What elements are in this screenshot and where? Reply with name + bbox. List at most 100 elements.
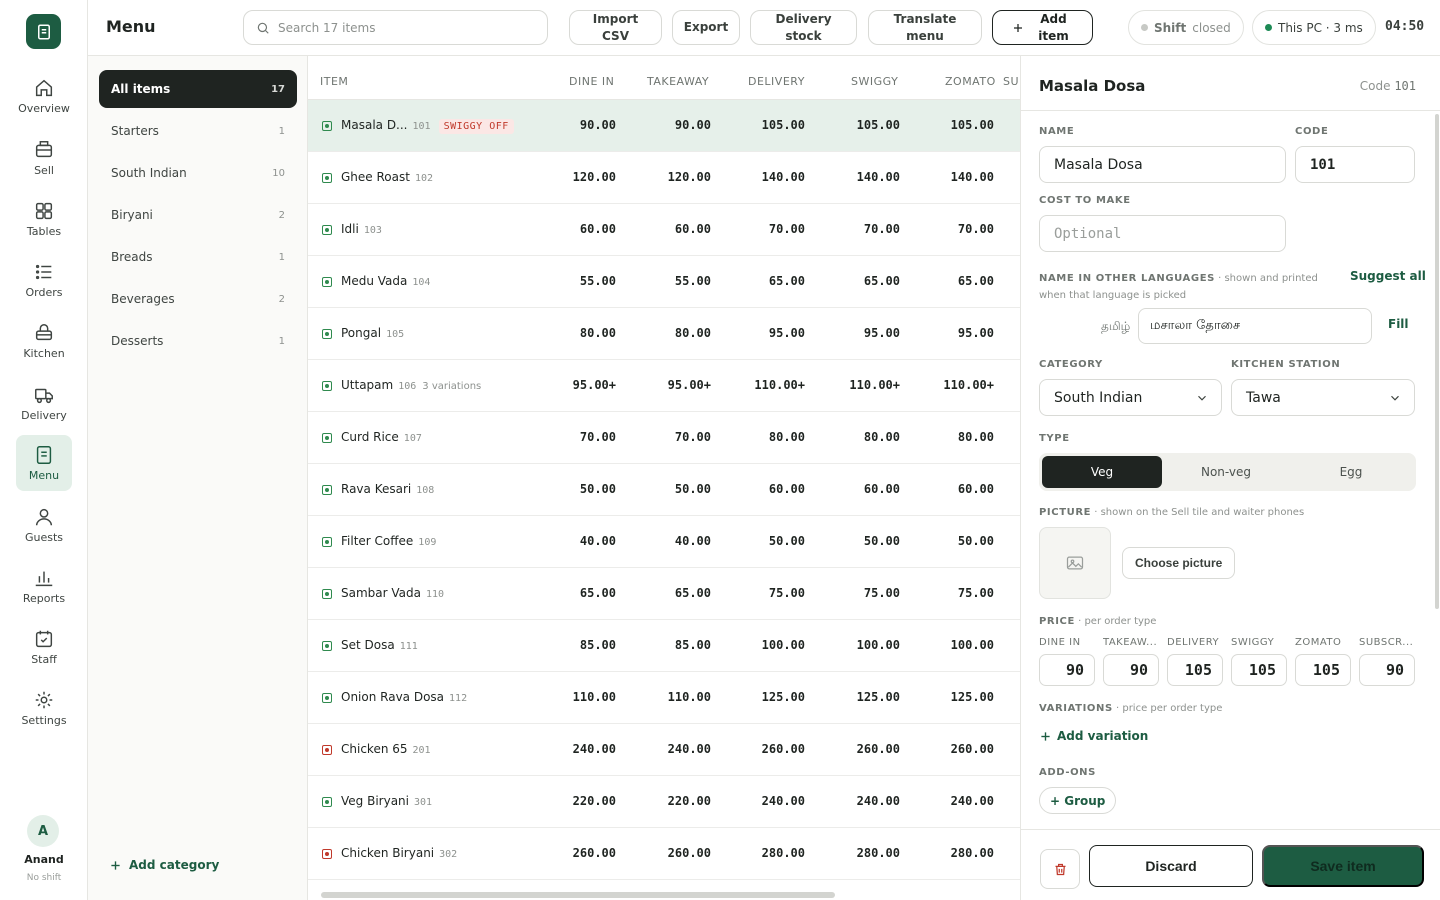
- delete-item-button[interactable]: [1040, 849, 1080, 889]
- vertical-scrollbar[interactable]: [1435, 114, 1439, 609]
- price-input-swiggy[interactable]: 105: [1231, 654, 1287, 686]
- item-code: 112: [449, 693, 468, 704]
- item-code: 111: [399, 641, 418, 652]
- divider: [1021, 110, 1440, 111]
- rail-item-delivery[interactable]: Delivery: [16, 375, 72, 431]
- calendar-check-icon: [35, 630, 53, 648]
- category-biryani[interactable]: Biryani 2: [99, 196, 297, 234]
- translation-input[interactable]: [1150, 318, 1371, 334]
- price-input-takeaway[interactable]: 90: [1103, 654, 1159, 686]
- veg-mark-icon: [322, 277, 332, 287]
- item-code: 107: [403, 433, 422, 444]
- table-row[interactable]: Filter Coffee 109 40.00 40.00 50.00 50.00 50.0…: [308, 516, 1020, 568]
- choose-picture-button[interactable]: Choose picture: [1122, 547, 1236, 579]
- shift-status-pill[interactable]: Shift closed: [1128, 10, 1244, 45]
- horizontal-scrollbar[interactable]: [321, 892, 835, 898]
- add-group-button[interactable]: + Group: [1039, 787, 1117, 814]
- table-row[interactable]: Set Dosa 111 85.00 85.00 100.00 100.00 100.00: [308, 620, 1020, 672]
- table-row[interactable]: Curd Rice 107 70.00 70.00 80.00 80.00 80.00: [308, 412, 1020, 464]
- table-row[interactable]: Veg Biryani 301 220.00 220.00 240.00 240.00 24…: [308, 776, 1020, 828]
- device-status-pill[interactable]: This PC · 3 ms: [1252, 10, 1376, 45]
- delivery-stock-button[interactable]: Delivery stock: [750, 10, 857, 45]
- rail-item-orders[interactable]: Orders: [16, 252, 72, 308]
- cost-field[interactable]: [1039, 215, 1286, 252]
- import-csv-button[interactable]: Import CSV: [569, 10, 662, 45]
- rail-item-menu[interactable]: Menu: [16, 435, 72, 491]
- category-select[interactable]: South Indian: [1039, 379, 1222, 416]
- price-cell: 80.00: [579, 326, 616, 340]
- name-field[interactable]: [1039, 146, 1286, 183]
- table-row[interactable]: Idli 103 60.00 60.00 70.00 70.00 70.00: [308, 204, 1020, 256]
- rail-item-settings[interactable]: Settings: [16, 680, 72, 736]
- rail-item-overview[interactable]: Overview: [16, 68, 72, 124]
- search-input[interactable]: [278, 20, 528, 35]
- rail-item-reports[interactable]: Reports: [16, 558, 72, 614]
- rail-item-guests[interactable]: Guests: [16, 497, 72, 553]
- table-row[interactable]: Chicken Biryani 302 260.00 260.00 280.00 280.…: [308, 828, 1020, 880]
- type-option-non-veg[interactable]: Non-veg: [1166, 456, 1286, 488]
- discard-button[interactable]: Discard: [1089, 845, 1253, 887]
- app-logo[interactable]: [26, 14, 61, 49]
- category-south-indian[interactable]: South Indian 10: [99, 154, 297, 192]
- item-code: 102: [414, 173, 433, 184]
- nav-rail: Overview Sell Tables Orders Kitchen Deli…: [0, 0, 88, 900]
- table-row[interactable]: Masala D... 101 SWIGGY OFF 90.00 90.00 105.00…: [308, 100, 1020, 152]
- category-desserts[interactable]: Desserts 1: [99, 322, 297, 360]
- price-cell: 80.00: [674, 326, 711, 340]
- veg-mark-icon: [322, 225, 332, 235]
- category-starters[interactable]: Starters 1: [99, 112, 297, 150]
- cost-input[interactable]: [1054, 225, 1285, 242]
- table-row[interactable]: Sambar Vada 110 65.00 65.00 75.00 75.00 75.00: [308, 568, 1020, 620]
- price-cell: 95.00: [768, 326, 805, 340]
- rail-item-kitchen[interactable]: Kitchen: [16, 313, 72, 369]
- table-row[interactable]: Chicken 65 201 240.00 240.00 260.00 260.00 260…: [308, 724, 1020, 776]
- delivery-stock-label: Delivery stock: [775, 11, 832, 43]
- rail-item-sell[interactable]: Sell: [16, 130, 72, 186]
- save-item-button[interactable]: Save item: [1262, 845, 1424, 887]
- price-cell: 55.00: [674, 274, 711, 288]
- rail-item-staff[interactable]: Staff: [16, 619, 72, 675]
- price-input-dine-in[interactable]: 90: [1039, 654, 1095, 686]
- veg-mark-icon: [322, 381, 332, 391]
- table-row[interactable]: Ghee Roast 102 120.00 120.00 140.00 140.00 140…: [308, 152, 1020, 204]
- code-input[interactable]: [1310, 156, 1414, 173]
- top-bar: Menu Import CSV Export Delivery stock Tr…: [88, 0, 1440, 56]
- price-input-delivery[interactable]: 105: [1167, 654, 1223, 686]
- type-option-veg[interactable]: Veg: [1042, 456, 1162, 488]
- item-code: 302: [439, 849, 458, 860]
- export-button[interactable]: Export: [672, 10, 740, 45]
- column-header-subscription: SU: [1003, 75, 1020, 88]
- table-row[interactable]: Medu Vada 104 55.00 55.00 65.00 65.00 65.00: [308, 256, 1020, 308]
- price-input-zomato[interactable]: 105: [1295, 654, 1351, 686]
- category-all-items[interactable]: All items 17: [99, 70, 297, 108]
- picture-placeholder[interactable]: [1039, 527, 1111, 599]
- table-row[interactable]: Onion Rava Dosa 112 110.00 110.00 125.00 125.…: [308, 672, 1020, 724]
- category-beverages[interactable]: Beverages 2: [99, 280, 297, 318]
- price-cell: 100.00: [950, 638, 994, 652]
- category-breads[interactable]: Breads 1: [99, 238, 297, 276]
- price-cell: 105.00: [856, 118, 900, 132]
- table-row[interactable]: Rava Kesari 108 50.00 50.00 60.00 60.00 60.00: [308, 464, 1020, 516]
- add-variation-button[interactable]: Add variation: [1040, 729, 1148, 743]
- code-field[interactable]: [1295, 146, 1415, 183]
- table-row[interactable]: Pongal 105 80.00 80.00 95.00 95.00 95.00: [308, 308, 1020, 360]
- rail-label: Delivery: [21, 409, 67, 422]
- avatar[interactable]: A: [27, 815, 59, 847]
- other-languages-title: NAME IN OTHER LANGUAGES: [1039, 273, 1215, 284]
- suggest-all-button[interactable]: Suggest all: [1350, 269, 1426, 283]
- search-box[interactable]: [243, 10, 548, 45]
- add-category-button[interactable]: Add category: [110, 858, 219, 872]
- item-name-cell: Idli 103: [341, 222, 382, 236]
- shift-status-dot: [1141, 24, 1148, 31]
- kitchen-station-select[interactable]: Tawa: [1231, 379, 1415, 416]
- price-cell: 110.00+: [849, 378, 900, 392]
- type-option-egg[interactable]: Egg: [1291, 456, 1411, 488]
- rail-item-tables[interactable]: Tables: [16, 191, 72, 247]
- price-input-subscription[interactable]: 90: [1359, 654, 1415, 686]
- translate-menu-button[interactable]: Translate menu: [868, 10, 982, 45]
- name-input[interactable]: [1054, 156, 1285, 173]
- fill-button[interactable]: Fill: [1388, 317, 1409, 331]
- table-row[interactable]: Uttapam 106 3 variations 95.00+ 95.00+ 110.00…: [308, 360, 1020, 412]
- translation-field[interactable]: [1138, 308, 1372, 344]
- add-item-button[interactable]: Add item: [992, 10, 1093, 45]
